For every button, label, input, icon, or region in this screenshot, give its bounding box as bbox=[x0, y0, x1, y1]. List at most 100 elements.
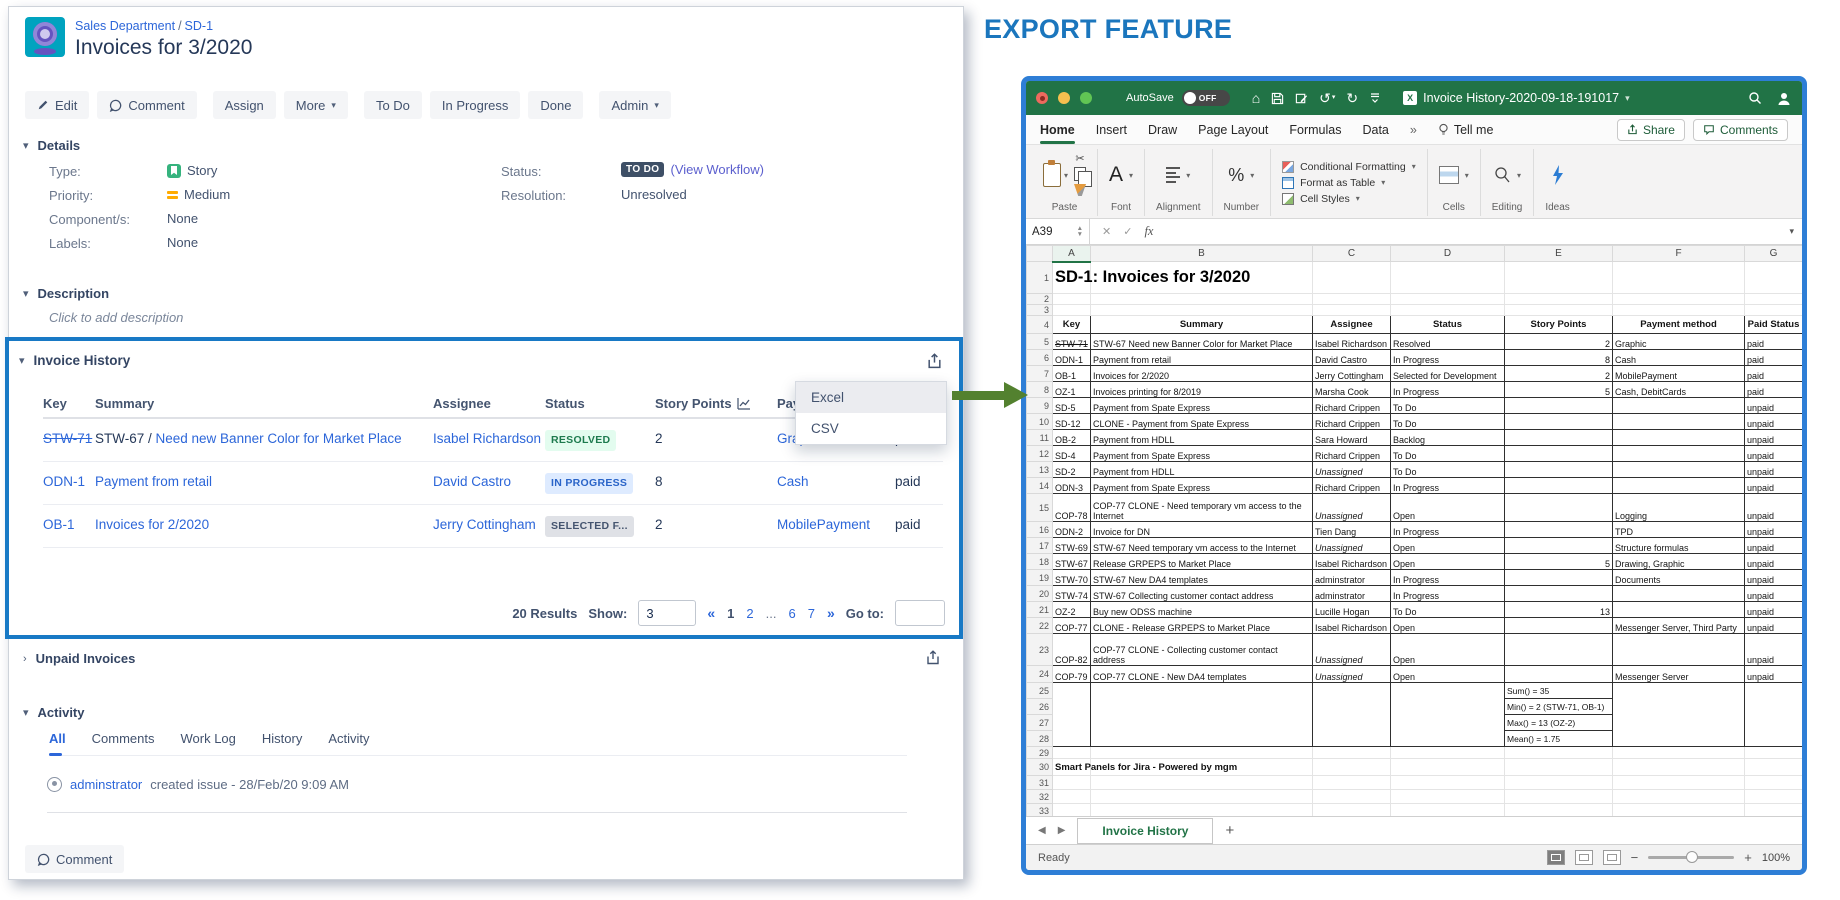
row-header-17[interactable]: 17 bbox=[1027, 538, 1053, 554]
activity-user-link[interactable]: adminstrator bbox=[70, 777, 142, 792]
cell-A20[interactable]: STW-74 bbox=[1053, 586, 1091, 602]
cell-E24[interactable] bbox=[1505, 666, 1613, 683]
cell-D2[interactable] bbox=[1391, 294, 1505, 305]
cell-B7[interactable]: Invoices for 2/2020 bbox=[1091, 366, 1313, 382]
column-header-F[interactable]: F bbox=[1613, 246, 1745, 262]
cell-A28[interactable] bbox=[1053, 731, 1091, 747]
cell-E22[interactable] bbox=[1505, 618, 1613, 634]
formula-bar-expand-caret[interactable]: ▾ bbox=[1789, 226, 1802, 237]
cell-A25[interactable] bbox=[1053, 683, 1091, 699]
cell-F30[interactable] bbox=[1613, 759, 1745, 776]
page-link-2[interactable]: 2 bbox=[746, 606, 753, 621]
cell-F3[interactable] bbox=[1613, 305, 1745, 316]
cell-G2[interactable] bbox=[1745, 294, 1803, 305]
cell-A21[interactable]: OZ-2 bbox=[1053, 602, 1091, 618]
export-excel-menu-item[interactable]: Excel bbox=[796, 382, 946, 413]
show-count-input[interactable] bbox=[638, 600, 696, 626]
cell-C33[interactable] bbox=[1313, 804, 1391, 817]
cell-D29[interactable] bbox=[1391, 747, 1505, 759]
undo-icon[interactable]: ↺▾ bbox=[1319, 91, 1335, 105]
column-header-status[interactable]: Status bbox=[545, 396, 655, 411]
cell-A12[interactable]: SD-4 bbox=[1053, 446, 1091, 462]
cell-E10[interactable] bbox=[1505, 414, 1613, 430]
cell-C25[interactable] bbox=[1313, 683, 1391, 699]
sheet-next-icon[interactable]: ▶ bbox=[1058, 825, 1066, 836]
cell-E20[interactable] bbox=[1505, 586, 1613, 602]
cell-D9[interactable]: To Do bbox=[1391, 398, 1505, 414]
issue-key-link[interactable]: STW-71 bbox=[43, 431, 92, 446]
cell-G31[interactable] bbox=[1745, 776, 1803, 790]
cell-D16[interactable]: In Progress bbox=[1391, 522, 1505, 538]
cell-D32[interactable] bbox=[1391, 790, 1505, 804]
cell-F25[interactable] bbox=[1613, 683, 1745, 699]
cell-A16[interactable]: ODN-2 bbox=[1053, 522, 1091, 538]
cell-G32[interactable] bbox=[1745, 790, 1803, 804]
quick-edit-icon[interactable] bbox=[1295, 92, 1308, 105]
cell-B19[interactable]: STW-67 New DA4 templates bbox=[1091, 570, 1313, 586]
cell-B29[interactable] bbox=[1091, 747, 1313, 759]
column-header-C[interactable]: C bbox=[1313, 246, 1391, 262]
home-icon[interactable]: ⌂ bbox=[1252, 91, 1260, 105]
cell-G29[interactable] bbox=[1745, 747, 1803, 759]
number-group[interactable]: %▾ Number bbox=[1213, 149, 1272, 216]
row-header-30[interactable]: 30 bbox=[1027, 759, 1053, 776]
cell-F10[interactable] bbox=[1613, 414, 1745, 430]
cell-E23[interactable] bbox=[1505, 634, 1613, 666]
cell-G5[interactable]: paid bbox=[1745, 334, 1803, 350]
row-header-26[interactable]: 26 bbox=[1027, 699, 1053, 715]
cell-D19[interactable]: In Progress bbox=[1391, 570, 1505, 586]
breadcrumb-issue-link[interactable]: SD-1 bbox=[185, 19, 213, 33]
column-header-G[interactable]: G bbox=[1745, 246, 1803, 262]
redo-icon[interactable]: ↻ bbox=[1346, 91, 1358, 105]
row-header-9[interactable]: 9 bbox=[1027, 398, 1053, 414]
cell-F19[interactable]: Documents bbox=[1613, 570, 1745, 586]
cell-A9[interactable]: SD-5 bbox=[1053, 398, 1091, 414]
column-header-E[interactable]: E bbox=[1505, 246, 1613, 262]
cell-E6[interactable]: 8 bbox=[1505, 350, 1613, 366]
export-button[interactable] bbox=[926, 353, 943, 370]
cell-F11[interactable] bbox=[1613, 430, 1745, 446]
font-group[interactable]: A▾ Font bbox=[1098, 149, 1145, 216]
cell-F22[interactable]: Messenger Server, Third Party bbox=[1613, 618, 1745, 634]
sheet-prev-icon[interactable]: ◀ bbox=[1038, 825, 1046, 836]
cell-A15[interactable]: COP-78 bbox=[1053, 494, 1091, 522]
tab-formulas[interactable]: Formulas bbox=[1289, 123, 1341, 137]
zoom-out-button[interactable]: − bbox=[1631, 850, 1639, 865]
page-nav-button[interactable]: » bbox=[827, 605, 835, 621]
cell-C31[interactable] bbox=[1313, 776, 1391, 790]
done-transition-button[interactable]: Done bbox=[528, 91, 583, 119]
cell-E25[interactable]: Sum() = 35 bbox=[1505, 683, 1613, 699]
cell-E18[interactable]: 5 bbox=[1505, 554, 1613, 570]
cell-B20[interactable]: STW-67 Collecting customer contact addre… bbox=[1091, 586, 1313, 602]
cell-D33[interactable] bbox=[1391, 804, 1505, 817]
row-header-4[interactable]: 4 bbox=[1027, 316, 1053, 334]
row-header-20[interactable]: 20 bbox=[1027, 586, 1053, 602]
cell-D26[interactable] bbox=[1391, 699, 1505, 715]
summary-link[interactable]: Invoices for 2/2020 bbox=[95, 517, 209, 532]
page-break-view-button[interactable] bbox=[1603, 850, 1621, 865]
cell-C32[interactable] bbox=[1313, 790, 1391, 804]
cell-E4[interactable]: Story Points bbox=[1505, 316, 1613, 334]
row-header-31[interactable]: 31 bbox=[1027, 776, 1053, 790]
row-header-27[interactable]: 27 bbox=[1027, 715, 1053, 731]
cell-A19[interactable]: STW-70 bbox=[1053, 570, 1091, 586]
cell-D31[interactable] bbox=[1391, 776, 1505, 790]
row-header-15[interactable]: 15 bbox=[1027, 494, 1053, 522]
cell-C29[interactable] bbox=[1313, 747, 1391, 759]
cell-C7[interactable]: Jerry Cottingham bbox=[1313, 366, 1391, 382]
row-header-22[interactable]: 22 bbox=[1027, 618, 1053, 634]
row-header-25[interactable]: 25 bbox=[1027, 683, 1053, 699]
payment-method-link[interactable]: MobilePayment bbox=[777, 517, 870, 532]
cell-G16[interactable]: unpaid bbox=[1745, 522, 1803, 538]
alignment-group[interactable]: ▾ Alignment bbox=[1145, 149, 1212, 216]
add-sheet-button[interactable]: + bbox=[1225, 822, 1234, 839]
cell-E12[interactable] bbox=[1505, 446, 1613, 462]
issue-key-link[interactable]: ODN-1 bbox=[43, 474, 85, 489]
cell-B12[interactable]: Payment from Spate Express bbox=[1091, 446, 1313, 462]
cell-E16[interactable] bbox=[1505, 522, 1613, 538]
cell-G10[interactable]: unpaid bbox=[1745, 414, 1803, 430]
export-csv-menu-item[interactable]: CSV bbox=[796, 413, 946, 444]
cell-F12[interactable] bbox=[1613, 446, 1745, 462]
cell-B18[interactable]: Release GRPEPS to Market Place bbox=[1091, 554, 1313, 570]
name-box[interactable]: A39 ▲▼ bbox=[1026, 219, 1090, 244]
